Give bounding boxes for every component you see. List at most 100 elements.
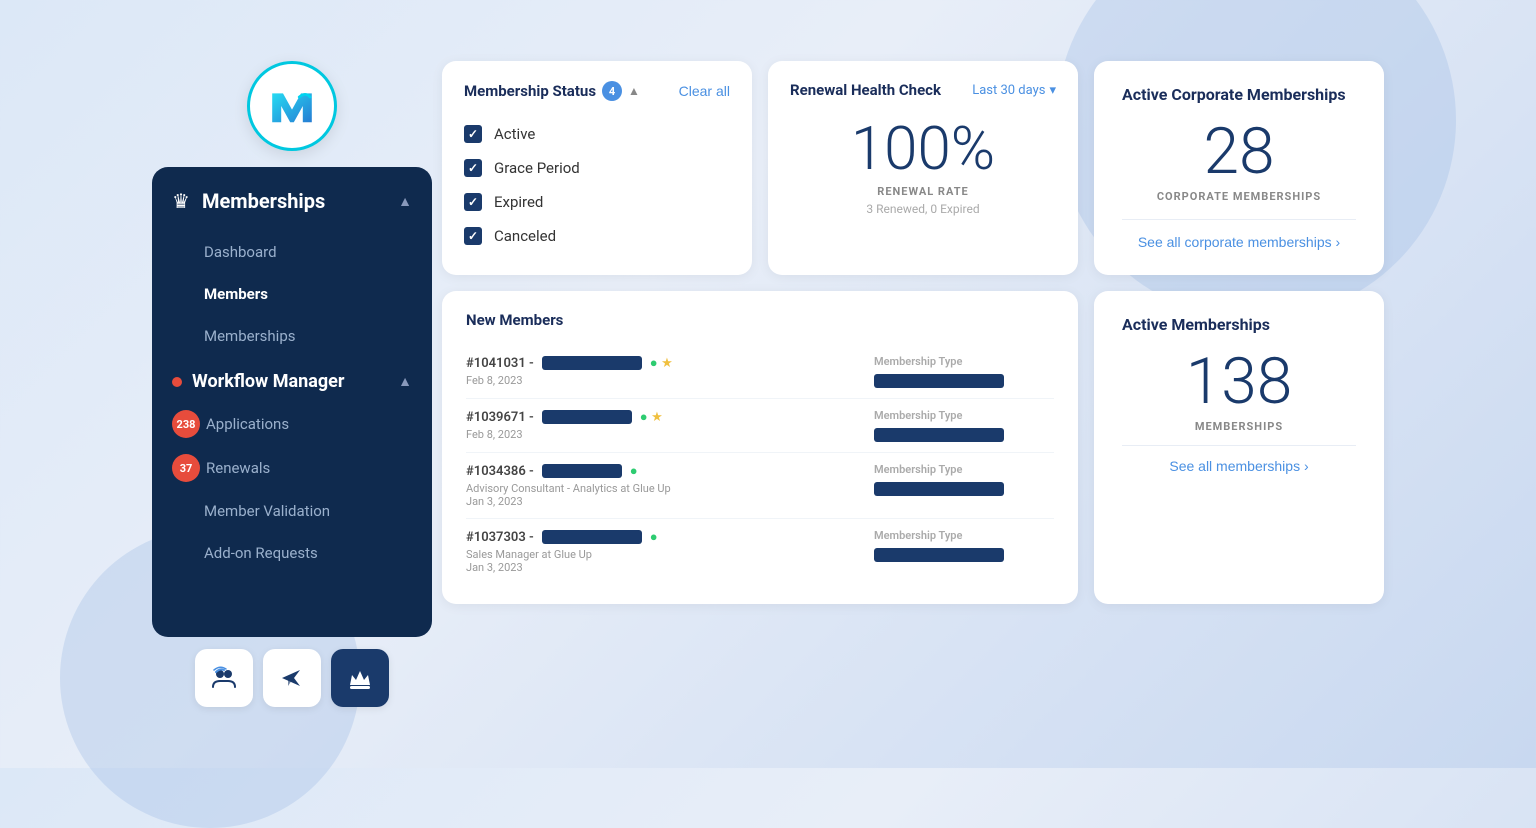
bottom-row: New Members #1041031 -● ★Feb 8, 2023Memb…: [442, 291, 1384, 604]
member-row[interactable]: #1034386 - ● Advisory Consultant - Analyti…: [466, 453, 1054, 519]
corporate-memberships-title: Active Corporate Memberships: [1122, 85, 1356, 104]
member-name-bar: [542, 410, 632, 424]
sidebar-collapse-icon: ▲: [398, 193, 412, 210]
sidebar-header[interactable]: ♛ Memberships ▲: [152, 167, 432, 231]
community-icon-button[interactable]: [195, 649, 253, 707]
member-id-text: #1037303 -: [466, 530, 534, 545]
sidebar-item-member-validation[interactable]: Member Validation: [152, 490, 432, 532]
renewal-health-card: Renewal Health Check Last 30 days ▾ 100%…: [768, 61, 1078, 275]
corporate-memberships-label: CORPORATE MEMBERSHIPS: [1122, 190, 1356, 203]
sidebar-item-renewals[interactable]: 37 Renewals: [152, 446, 432, 490]
chevron-down-icon: ▾: [1049, 83, 1056, 98]
workflow-collapse-icon: ▲: [398, 373, 412, 390]
grace-period-checkbox[interactable]: [464, 159, 482, 177]
card-divider: [1122, 219, 1356, 220]
active-checkbox[interactable]: [464, 125, 482, 143]
member-subtitle: Sales Manager at Glue UpJan 3, 2023: [466, 548, 874, 574]
renewal-percent-value: 100%: [790, 119, 1056, 179]
status-option-active[interactable]: Active: [464, 117, 730, 151]
member-id-text: #1039671 -: [466, 410, 534, 425]
clear-all-button[interactable]: Clear all: [679, 83, 730, 99]
member-id-text: #1034386 -: [466, 464, 534, 479]
member-subtitle: Feb 8, 2023: [466, 374, 874, 387]
active-card-divider: [1122, 445, 1356, 446]
active-memberships-card: Active Memberships 138 MEMBERSHIPS See a…: [1094, 291, 1384, 604]
renewal-card-header: Renewal Health Check Last 30 days ▾: [790, 81, 1056, 99]
sidebar-title: Memberships: [202, 189, 386, 213]
send-icon-button[interactable]: [263, 649, 321, 707]
member-subtitle: Feb 8, 2023: [466, 428, 874, 441]
notification-dot: [172, 377, 182, 387]
membership-status-card: Membership Status 4 ▲ Clear all Active G…: [442, 61, 752, 275]
active-memberships-label: MEMBERSHIPS: [1122, 420, 1356, 433]
member-name-bar: [542, 464, 622, 478]
renewals-badge: 37: [172, 454, 200, 482]
sidebar-item-members[interactable]: Members: [152, 273, 432, 315]
send-icon: [280, 666, 304, 690]
sidebar-item-applications[interactable]: 238 Applications: [152, 402, 432, 446]
member-status-icons: ●: [630, 463, 638, 479]
renewal-health-title: Renewal Health Check: [790, 81, 941, 99]
active-memberships-title: Active Memberships: [1122, 315, 1356, 334]
crown-icon: ♛: [172, 189, 190, 213]
expired-checkbox[interactable]: [464, 193, 482, 211]
sidebar-item-addon-requests[interactable]: Add-on Requests: [152, 532, 432, 574]
new-members-title: New Members: [466, 311, 1054, 329]
see-all-corporate-button[interactable]: See all corporate memberships ›: [1138, 234, 1340, 250]
corporate-memberships-card: Active Corporate Memberships 28 CORPORAT…: [1094, 61, 1384, 275]
content-area: Membership Status 4 ▲ Clear all Active G…: [442, 61, 1384, 604]
membership-type-label: Membership Type: [874, 409, 962, 422]
membership-type-bar: [874, 548, 1004, 562]
bottom-icons-row: [195, 649, 389, 707]
membership-type-label: Membership Type: [874, 355, 962, 368]
membership-type-bar: [874, 482, 1004, 496]
logo-sidebar-wrapper: ♛ Memberships ▲ Dashboard Members Member…: [152, 61, 432, 707]
active-memberships-count: 138: [1122, 350, 1356, 414]
status-title-row: Membership Status 4 ▲: [464, 81, 640, 101]
community-icon: [211, 665, 237, 691]
sidebar-item-dashboard[interactable]: Dashboard: [152, 231, 432, 273]
member-name-bar: [542, 530, 642, 544]
top-row: Membership Status 4 ▲ Clear all Active G…: [442, 61, 1384, 275]
membership-status-title: Membership Status: [464, 82, 596, 100]
renewal-sub-label: 3 Renewed, 0 Expired: [790, 202, 1056, 216]
membership-type-bar: [874, 428, 1004, 442]
status-option-canceled[interactable]: Canceled: [464, 219, 730, 253]
membership-type-label: Membership Type: [874, 463, 962, 476]
member-row[interactable]: #1039671 - ● ★ Feb 8, 2023Membership Type: [466, 399, 1054, 453]
status-chevron-icon: ▲: [628, 84, 640, 98]
member-status-icons: ● ★: [650, 355, 673, 371]
renewals-label: Renewals: [206, 459, 270, 477]
status-count-badge: 4: [602, 81, 622, 101]
new-members-card: New Members #1041031 -● ★Feb 8, 2023Memb…: [442, 291, 1078, 604]
crown-active-icon: [347, 665, 373, 691]
applications-label: Applications: [206, 415, 289, 433]
member-row[interactable]: #1041031 - ● ★ Feb 8, 2023Membership Type: [466, 345, 1054, 399]
member-name-bar: [542, 356, 642, 370]
sidebar: ♛ Memberships ▲ Dashboard Members Member…: [152, 167, 432, 637]
membership-type-bar: [874, 374, 1004, 388]
renewal-rate-label: RENEWAL RATE: [790, 185, 1056, 198]
member-row[interactable]: #1037303 - ● Sales Manager at Glue UpJan 3…: [466, 519, 1054, 584]
logo-svg: [265, 79, 319, 133]
canceled-checkbox[interactable]: [464, 227, 482, 245]
member-id-text: #1041031 -: [466, 356, 534, 371]
status-option-grace[interactable]: Grace Period: [464, 151, 730, 185]
applications-badge: 238: [172, 410, 200, 438]
corporate-memberships-count: 28: [1122, 120, 1356, 184]
status-option-expired[interactable]: Expired: [464, 185, 730, 219]
members-list: #1041031 -● ★Feb 8, 2023Membership Type#…: [466, 345, 1054, 584]
workflow-manager-title: Workflow Manager: [192, 371, 390, 392]
logo-circle: [247, 61, 337, 151]
see-all-memberships-button[interactable]: See all memberships ›: [1122, 458, 1356, 474]
memberships-icon-button[interactable]: [331, 649, 389, 707]
membership-type-label: Membership Type: [874, 529, 962, 542]
member-subtitle: Advisory Consultant - Analytics at Glue …: [466, 482, 874, 508]
main-container: ♛ Memberships ▲ Dashboard Members Member…: [132, 41, 1404, 727]
sidebar-item-memberships[interactable]: Memberships: [152, 315, 432, 357]
period-selector[interactable]: Last 30 days ▾: [972, 83, 1056, 98]
member-status-icons: ● ★: [640, 409, 663, 425]
member-status-icons: ●: [650, 529, 658, 545]
status-card-header: Membership Status 4 ▲ Clear all: [464, 81, 730, 101]
workflow-section-header[interactable]: Workflow Manager ▲: [152, 357, 432, 402]
